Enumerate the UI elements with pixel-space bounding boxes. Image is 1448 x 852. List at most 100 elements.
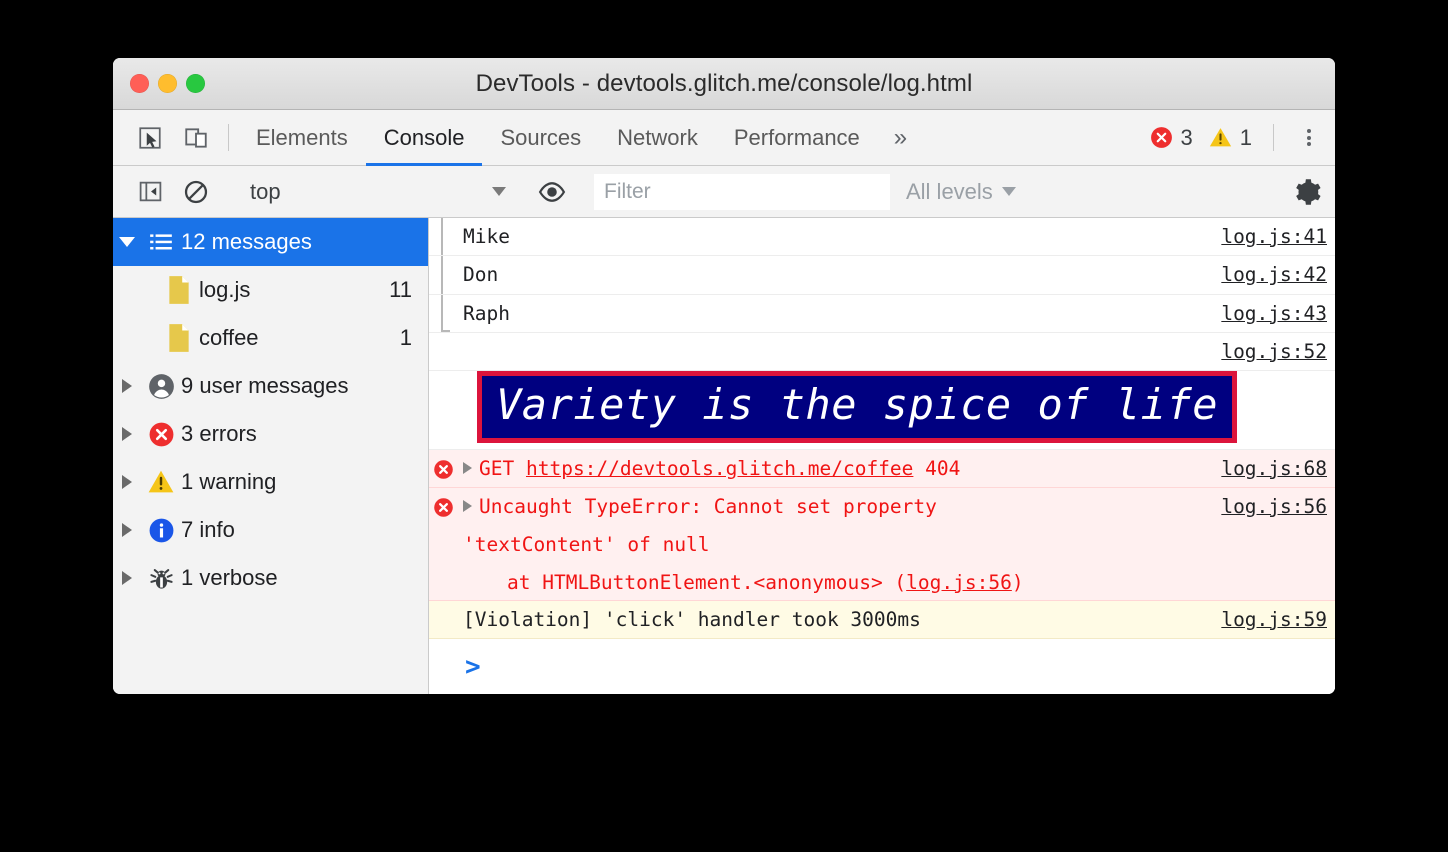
tab-network[interactable]: Network <box>599 110 716 165</box>
disclosure-triangle-icon[interactable] <box>113 475 141 489</box>
user-icon <box>141 373 181 400</box>
sidebar-item-all-messages[interactable]: 12 messages <box>113 218 428 266</box>
devtools-window: DevTools - devtools.glitch.me/console/lo… <box>113 58 1335 694</box>
show-console-sidebar-icon[interactable] <box>127 179 173 204</box>
sidebar-item-warnings[interactable]: 1 warning <box>113 458 428 506</box>
more-options-icon[interactable] <box>1283 110 1335 165</box>
console-message-text: GET https://devtools.glitch.me/coffee 40… <box>457 450 1205 488</box>
sidebar-item-label: 12 messages <box>181 229 312 254</box>
disclosure-triangle-icon[interactable] <box>463 461 472 474</box>
disclosure-triangle-icon[interactable] <box>113 427 141 441</box>
minimize-window-button[interactable] <box>158 74 177 93</box>
styled-message-text: Variety is the spice of life <box>477 371 1238 443</box>
execution-context-selector[interactable]: top <box>238 179 510 205</box>
console-message-exception[interactable]: Uncaught TypeError: Cannot set property '… <box>429 487 1335 601</box>
maximize-window-button[interactable] <box>186 74 205 93</box>
issue-counters[interactable]: 3 1 <box>1149 110 1265 165</box>
sidebar-item-count: 1 <box>399 325 412 350</box>
disclosure-triangle-icon[interactable] <box>113 523 141 537</box>
error-icon <box>141 421 181 448</box>
error-icon <box>429 488 457 518</box>
group-indent-bar <box>429 256 457 294</box>
error-count: 3 <box>1180 124 1193 150</box>
file-icon <box>159 323 199 353</box>
console-message-text: Raph <box>463 301 510 325</box>
sidebar-item-log-js[interactable]: log.js 11 <box>113 266 428 314</box>
live-expression-icon[interactable] <box>529 178 575 206</box>
tab-label: Elements <box>256 124 348 150</box>
stack-source-link[interactable]: log.js:56 <box>906 571 1012 594</box>
group-indent-bar <box>429 218 457 256</box>
tab-label: Network <box>617 124 698 150</box>
sidebar-item-coffee[interactable]: coffee 1 <box>113 314 428 362</box>
sidebar-item-count: 11 <box>389 277 412 302</box>
disclosure-triangle-icon[interactable] <box>463 499 472 512</box>
tab-performance[interactable]: Performance <box>716 110 878 165</box>
prompt-chevron-icon: > <box>465 651 481 682</box>
sidebar-item-info[interactable]: 7 info <box>113 506 428 554</box>
sidebar-item-label: 1 warning <box>181 469 277 494</box>
console-message-log[interactable]: Mike log.js:41 <box>429 218 1335 257</box>
console-message-log[interactable]: Don log.js:42 <box>429 256 1335 295</box>
device-toolbar-icon[interactable] <box>173 110 219 165</box>
log-levels-selector[interactable]: All levels <box>890 179 1020 205</box>
console-message-violation[interactable]: [Violation] 'click' handler took 3000ms … <box>429 600 1335 640</box>
window-title-bar: DevTools - devtools.glitch.me/console/lo… <box>113 58 1335 110</box>
console-sidebar: 12 messages log.js 11 coffee 1 9 user me… <box>113 218 429 694</box>
disclosure-triangle-open-icon[interactable] <box>113 237 141 247</box>
exception-line-2: 'textContent' of null <box>463 532 710 556</box>
console-message-log[interactable]: Raph log.js:43 <box>429 294 1335 333</box>
execution-context-value: top <box>250 178 281 204</box>
source-link[interactable]: log.js:41 <box>1205 218 1327 256</box>
chevron-down-icon <box>1001 187 1016 196</box>
source-link[interactable]: log.js:52 <box>1205 333 1327 371</box>
console-message-text: Don <box>463 263 499 287</box>
source-link[interactable]: log.js:43 <box>1205 295 1327 333</box>
settings-gear-icon[interactable] <box>1279 177 1335 207</box>
sidebar-item-errors[interactable]: 3 errors <box>113 410 428 458</box>
disclosure-triangle-icon[interactable] <box>113 379 141 393</box>
sidebar-item-user-messages[interactable]: 9 user messages <box>113 362 428 410</box>
console-message-text: [Violation] 'click' handler took 3000ms <box>463 607 921 631</box>
inspect-element-icon[interactable] <box>127 110 173 165</box>
tabbar-spacer <box>923 110 1148 165</box>
message-gutter <box>429 601 457 638</box>
console-message-styled[interactable]: Variety is the spice of life <box>429 371 1335 450</box>
tab-elements[interactable]: Elements <box>238 110 366 165</box>
request-url-link[interactable]: https://devtools.glitch.me/coffee <box>526 457 913 480</box>
more-tabs-label: » <box>893 123 908 151</box>
clear-console-icon[interactable] <box>173 179 219 205</box>
close-window-button[interactable] <box>130 74 149 93</box>
bug-icon <box>141 565 181 592</box>
list-icon <box>141 229 181 255</box>
warning-icon <box>141 468 181 496</box>
sidebar-item-label: 9 user messages <box>181 373 349 398</box>
window-title: DevTools - devtools.glitch.me/console/lo… <box>475 69 973 97</box>
source-link[interactable]: log.js:56 <box>1205 488 1327 526</box>
devtools-body: 12 messages log.js 11 coffee 1 9 user me… <box>113 218 1335 694</box>
window-controls <box>130 58 205 109</box>
tab-label: Sources <box>500 124 582 150</box>
group-indent-bar <box>429 294 457 333</box>
sidebar-item-label: 3 errors <box>181 421 257 446</box>
source-link[interactable]: log.js:59 <box>1205 601 1327 639</box>
stack-prefix: at HTMLButtonElement.<anonymous> ( <box>507 570 907 594</box>
http-status: 404 <box>925 456 961 480</box>
console-message-log[interactable]: log.js:52 <box>429 333 1335 372</box>
sidebar-item-label: 1 verbose <box>181 565 278 590</box>
console-message-network-error[interactable]: GET https://devtools.glitch.me/coffee 40… <box>429 449 1335 488</box>
tab-sources[interactable]: Sources <box>482 110 599 165</box>
console-messages-panel: Mike log.js:41 Don log.js:42 Raph log.js… <box>429 218 1335 694</box>
chevron-down-icon <box>492 187 506 196</box>
error-icon <box>429 450 457 480</box>
source-link[interactable]: log.js:42 <box>1205 256 1327 294</box>
source-link[interactable]: log.js:68 <box>1205 450 1327 488</box>
sidebar-item-verbose[interactable]: 1 verbose <box>113 554 428 602</box>
console-prompt[interactable]: > <box>429 639 1335 694</box>
tab-console[interactable]: Console <box>365 110 483 166</box>
more-tabs-chevron-icon[interactable]: » <box>878 110 923 165</box>
log-levels-value: All levels <box>906 178 993 204</box>
disclosure-triangle-icon[interactable] <box>113 571 141 585</box>
filter-input[interactable] <box>594 173 890 210</box>
sidebar-item-label: log.js <box>199 277 251 302</box>
